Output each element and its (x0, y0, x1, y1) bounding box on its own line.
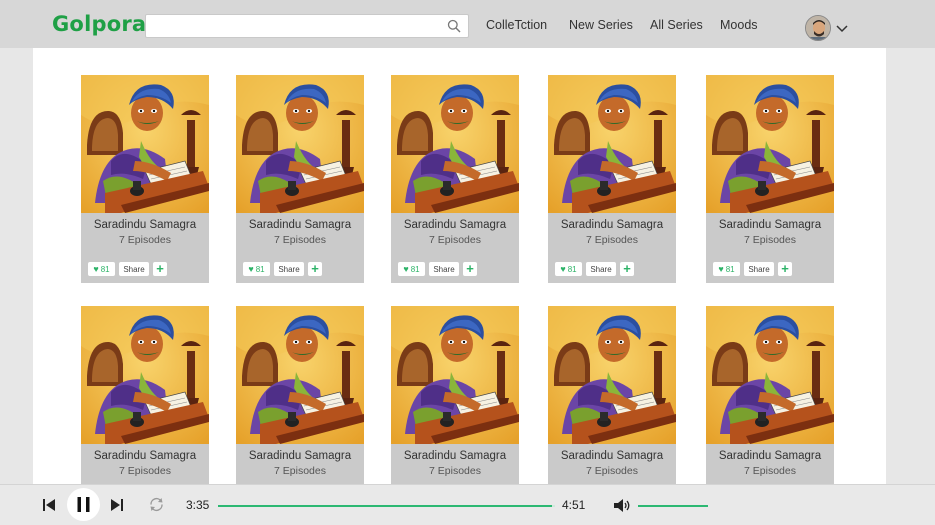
series-card[interactable]: Saradindu Samagra 7 Episodes (548, 306, 676, 484)
series-title[interactable]: Saradindu Samagra (236, 450, 364, 462)
series-card[interactable]: Saradindu Samagra 7 Episodes (391, 306, 519, 484)
card-actions: ♥ 81 Share + (555, 262, 634, 276)
repeat-icon[interactable] (148, 496, 165, 513)
episode-count: 7 Episodes (274, 234, 326, 246)
cover-art[interactable] (548, 306, 676, 444)
card-actions: ♥ 81 Share + (713, 262, 792, 276)
episode-count: 7 Episodes (429, 234, 481, 246)
share-button[interactable]: Share (744, 262, 774, 276)
like-count: 81 (255, 264, 265, 274)
progress-bar[interactable] (218, 505, 555, 507)
series-title[interactable]: Saradindu Samagra (81, 450, 209, 462)
series-grid: Saradindu Samagra 7 Episodes ♥ 81 Share +… (33, 48, 886, 484)
nav-moods[interactable]: Moods (720, 18, 758, 32)
audio-player: 3:35 4:51 (0, 484, 935, 525)
total-time: 4:51 (562, 498, 586, 512)
nav-all-series[interactable]: All Series (650, 18, 703, 32)
add-icon[interactable]: + (620, 262, 634, 276)
series-card[interactable]: Saradindu Samagra 7 Episodes ♥ 81 Share + (81, 75, 209, 283)
series-title[interactable]: Saradindu Samagra (706, 219, 834, 231)
nav-collection[interactable]: ColleTction (486, 18, 547, 32)
series-title[interactable]: Saradindu Samagra (548, 450, 676, 462)
cover-art[interactable] (706, 75, 834, 213)
cover-art[interactable] (81, 75, 209, 213)
previous-icon[interactable] (43, 499, 55, 511)
episode-count: 7 Episodes (744, 465, 796, 477)
chevron-down-icon[interactable] (836, 25, 848, 33)
heart-icon: ♥ (560, 264, 566, 274)
heart-icon: ♥ (248, 264, 254, 274)
search-box[interactable] (145, 14, 469, 38)
cover-art[interactable] (81, 306, 209, 444)
cover-art[interactable] (548, 75, 676, 213)
episode-count: 7 Episodes (429, 465, 481, 477)
next-icon[interactable] (111, 499, 123, 511)
volume-slider[interactable] (638, 505, 708, 507)
current-time: 3:35 (186, 498, 210, 512)
card-actions: ♥ 81 Share + (88, 262, 167, 276)
series-title[interactable]: Saradindu Samagra (548, 219, 676, 231)
volume-fill (638, 505, 708, 507)
like-button[interactable]: ♥ 81 (555, 262, 582, 276)
series-card[interactable]: Saradindu Samagra 7 Episodes (706, 306, 834, 484)
add-icon[interactable]: + (153, 262, 167, 276)
series-card[interactable]: Saradindu Samagra 7 Episodes ♥ 81 Share + (236, 75, 364, 283)
volume-icon[interactable] (614, 499, 632, 512)
series-title[interactable]: Saradindu Samagra (391, 219, 519, 231)
series-card[interactable]: Saradindu Samagra 7 Episodes (81, 306, 209, 484)
avatar[interactable] (805, 15, 831, 41)
like-button[interactable]: ♥ 81 (398, 262, 425, 276)
cover-art[interactable] (706, 306, 834, 444)
like-button[interactable]: ♥ 81 (713, 262, 740, 276)
heart-icon: ♥ (93, 264, 99, 274)
search-input[interactable] (152, 18, 442, 34)
episode-count: 7 Episodes (586, 234, 638, 246)
cover-art[interactable] (236, 75, 364, 213)
card-actions: ♥ 81 Share + (243, 262, 322, 276)
series-title[interactable]: Saradindu Samagra (81, 219, 209, 231)
like-count: 81 (100, 264, 110, 274)
series-card[interactable]: Saradindu Samagra 7 Episodes ♥ 81 Share + (706, 75, 834, 283)
app-logo[interactable]: Golpora (52, 12, 146, 36)
add-icon[interactable]: + (778, 262, 792, 276)
heart-icon: ♥ (718, 264, 724, 274)
avatar-image (806, 16, 830, 40)
series-title[interactable]: Saradindu Samagra (706, 450, 834, 462)
cover-art[interactable] (391, 75, 519, 213)
share-button[interactable]: Share (429, 262, 459, 276)
cover-art[interactable] (236, 306, 364, 444)
pause-icon (77, 497, 90, 512)
share-button[interactable]: Share (586, 262, 616, 276)
episode-count: 7 Episodes (119, 465, 171, 477)
add-icon[interactable]: + (308, 262, 322, 276)
like-button[interactable]: ♥ 81 (88, 262, 115, 276)
series-title[interactable]: Saradindu Samagra (391, 450, 519, 462)
like-count: 81 (567, 264, 577, 274)
share-button[interactable]: Share (119, 262, 149, 276)
top-bar: Golpora ColleTction New Series All Serie… (0, 0, 935, 48)
series-title[interactable]: Saradindu Samagra (236, 219, 364, 231)
like-count: 81 (725, 264, 735, 274)
series-card[interactable]: Saradindu Samagra 7 Episodes ♥ 81 Share + (391, 75, 519, 283)
episode-count: 7 Episodes (586, 465, 638, 477)
search-icon[interactable] (447, 19, 461, 33)
episode-count: 7 Episodes (744, 234, 796, 246)
share-button[interactable]: Share (274, 262, 304, 276)
like-button[interactable]: ♥ 81 (243, 262, 270, 276)
progress-fill (218, 505, 552, 507)
series-card[interactable]: Saradindu Samagra 7 Episodes (236, 306, 364, 484)
nav-new-series[interactable]: New Series (569, 18, 633, 32)
like-count: 81 (410, 264, 420, 274)
series-card[interactable]: Saradindu Samagra 7 Episodes ♥ 81 Share + (548, 75, 676, 283)
episode-count: 7 Episodes (119, 234, 171, 246)
card-actions: ♥ 81 Share + (398, 262, 477, 276)
episode-count: 7 Episodes (274, 465, 326, 477)
play-pause-button[interactable] (67, 488, 100, 521)
heart-icon: ♥ (403, 264, 409, 274)
add-icon[interactable]: + (463, 262, 477, 276)
cover-art[interactable] (391, 306, 519, 444)
